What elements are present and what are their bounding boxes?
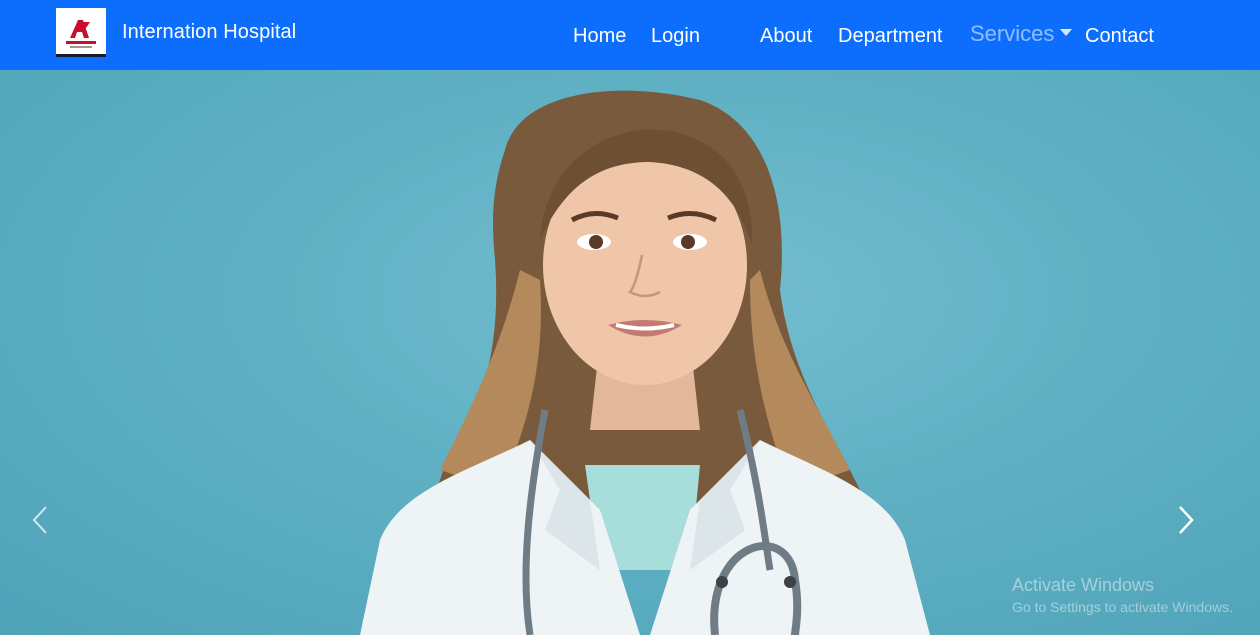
nav-services-dropdown[interactable]: Services xyxy=(970,20,1073,48)
brand-link[interactable]: Internation Hospital xyxy=(56,8,296,57)
caret-down-icon xyxy=(1060,28,1073,36)
chevron-left-icon xyxy=(32,506,47,534)
nav-contact[interactable]: Contact xyxy=(1085,22,1154,50)
brand-name: Internation Hospital xyxy=(122,21,297,43)
nav-login[interactable]: Login xyxy=(651,22,700,50)
watermark-title: Activate Windows xyxy=(1012,575,1155,595)
watermark-subtitle: Go to Settings to activate Windows. xyxy=(1012,599,1233,615)
nav-department[interactable]: Department xyxy=(838,22,943,50)
doctor-portrait xyxy=(360,90,930,635)
nav-services-label: Services xyxy=(970,21,1055,46)
hospital-logo xyxy=(56,8,106,57)
carousel-next-button[interactable] xyxy=(1166,502,1206,538)
carousel-prev-button[interactable] xyxy=(20,502,60,538)
hero-carousel xyxy=(0,70,1260,635)
nav-about[interactable]: About xyxy=(760,22,812,50)
chevron-right-icon xyxy=(1179,506,1194,534)
navbar: Internation Hospital Home Login About De… xyxy=(0,0,1260,70)
nav-home[interactable]: Home xyxy=(573,22,626,50)
windows-activation-watermark: Activate Windows Go to Settings to activ… xyxy=(1012,574,1233,617)
